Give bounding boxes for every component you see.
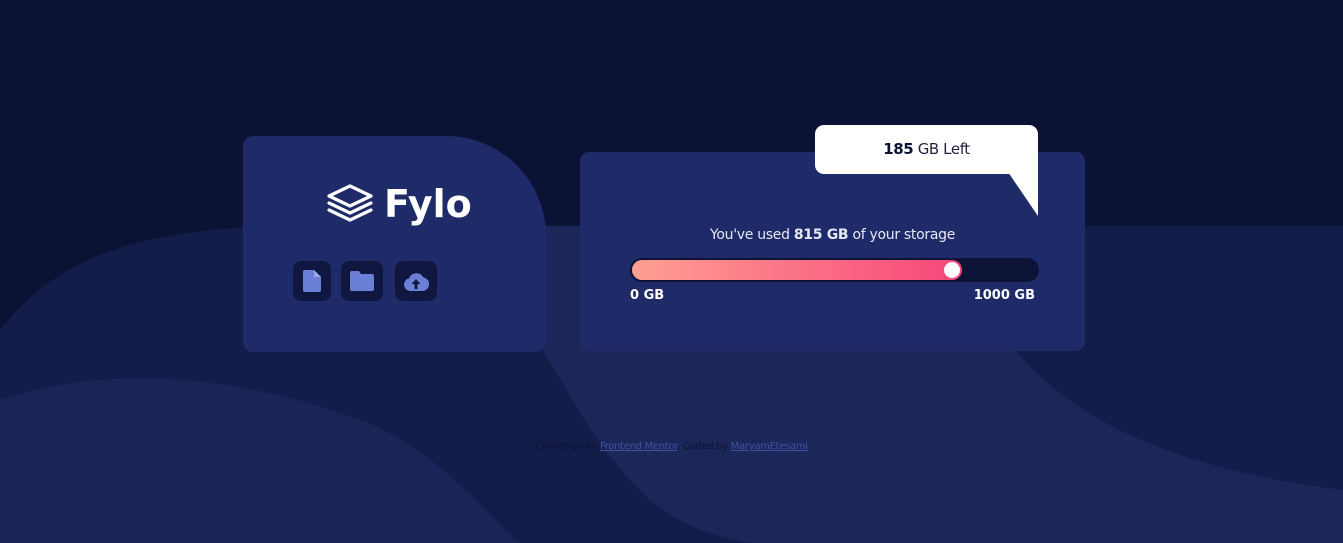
logo-card: Fylo: [243, 136, 546, 352]
attribution: Challenge by Frontend Mentor. Coded by M…: [0, 441, 1343, 452]
author-link[interactable]: MaryamEtesami: [731, 441, 808, 452]
upload-button[interactable]: [395, 261, 437, 301]
folder-button[interactable]: [341, 261, 383, 301]
brand-name: Fylo: [384, 182, 472, 226]
document-icon: [303, 270, 321, 292]
remaining-value: 185: [883, 140, 914, 158]
brand-logo: Fylo: [326, 184, 472, 224]
attribution-prefix: Challenge by: [535, 441, 598, 452]
storage-progress-bar: [630, 258, 1039, 282]
remaining-suffix: GB Left: [917, 140, 971, 158]
usage-summary: You've used 815 GB of your storage: [580, 227, 1085, 243]
upload-cloud-icon: [404, 273, 429, 291]
progress-knob: [944, 262, 960, 278]
document-button[interactable]: [293, 261, 331, 301]
layers-icon: [327, 184, 373, 222]
range-min-label: 0 GB: [630, 288, 665, 303]
storage-progress-fill: [632, 260, 962, 280]
range-max-label: 1000 GB: [973, 288, 1035, 303]
remaining-bubble: 185 GB Left: [815, 125, 1038, 174]
usage-suffix: of your storage: [852, 227, 956, 243]
usage-value: 815 GB: [793, 227, 849, 243]
file-actions: [293, 261, 447, 301]
remaining-text: 185 GB Left: [815, 140, 1038, 158]
attribution-middle: . Coded by: [677, 441, 728, 452]
folder-icon: [350, 271, 374, 291]
bubble-tail: [1008, 172, 1038, 216]
frontend-mentor-link[interactable]: Frontend Mentor: [600, 441, 677, 452]
usage-prefix: You've used: [709, 227, 790, 243]
